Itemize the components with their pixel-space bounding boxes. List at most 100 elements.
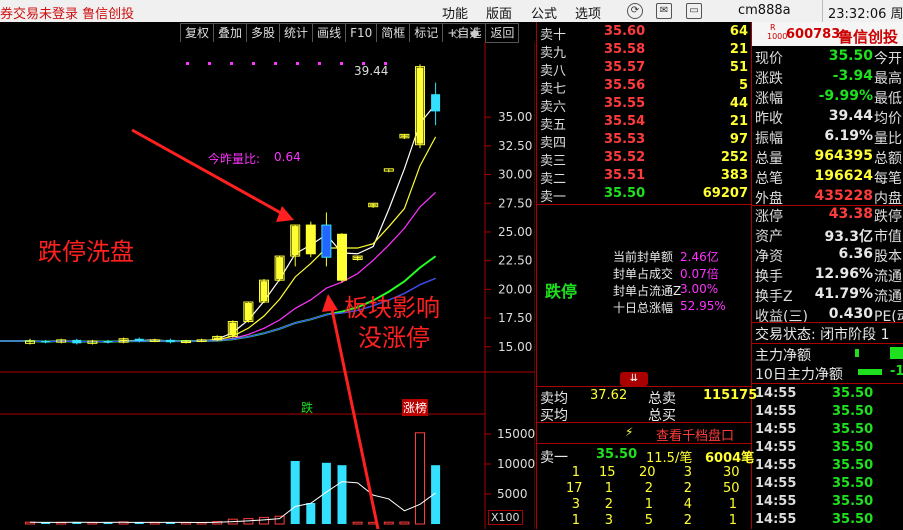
- collapse-icon[interactable]: ⇊: [620, 372, 648, 386]
- queue-cell: 20: [639, 465, 656, 480]
- toolbar-adjust-button[interactable]: 复权: [180, 23, 215, 43]
- tick-price: 35.50: [832, 422, 874, 437]
- quote-value: -3.94: [832, 68, 873, 84]
- menu-function[interactable]: 功能: [442, 3, 468, 22]
- sell-level-row[interactable]: 卖六 35.55 44: [538, 96, 750, 115]
- candle-body: [72, 339, 82, 344]
- sell-level-price: 35.57: [604, 60, 646, 75]
- thousand-link[interactable]: 查看千档盘口: [656, 425, 734, 444]
- price-tick-label: 15.00: [498, 340, 532, 354]
- candle-fill: [276, 257, 284, 280]
- seal-info-value: 0.07倍: [680, 267, 719, 281]
- volume-bar: [290, 461, 300, 524]
- menu-layout[interactable]: 版面: [486, 3, 512, 22]
- seal-info-label: 封单占流通Z: [613, 284, 682, 298]
- sell-level-row[interactable]: 卖十 35.60 64: [538, 24, 750, 43]
- toolbar-draw-button[interactable]: 画线: [312, 23, 347, 43]
- tick-time: 14:55: [755, 440, 797, 455]
- queue-cell: 1: [728, 497, 737, 512]
- sell-level-price: 35.58: [604, 42, 646, 57]
- candle: [243, 301, 254, 323]
- sell-level-row[interactable]: 卖八 35.57 51: [538, 60, 750, 79]
- toolbar-watchlist-button[interactable]: +自选: [442, 23, 487, 43]
- toolbar-back-button[interactable]: 返回: [485, 23, 520, 43]
- sell-level-row[interactable]: 卖五 35.54 21: [538, 114, 750, 133]
- limit-status: 跌停: [545, 282, 578, 301]
- sell-level-volume: 5: [738, 78, 748, 93]
- candle-body: [431, 94, 441, 112]
- ratio-value: 0.64: [274, 150, 301, 164]
- candle-body: [41, 341, 51, 343]
- tick-price: 35.50: [832, 494, 874, 509]
- queue-cell: 1: [644, 497, 653, 512]
- quote-right-label: 最低: [874, 91, 902, 107]
- seal-info-label: 封单占成交: [613, 267, 674, 281]
- queue-cell: 4: [683, 497, 692, 512]
- toolbar-simple-button[interactable]: 简框: [376, 23, 411, 43]
- quote-value: 93.3亿: [824, 229, 873, 245]
- expand-icon[interactable]: ◆: [470, 26, 479, 40]
- chart-toolbar: 复权 叠加 多股 统计 画线 F10 简框 标记 +自选 返回: [180, 23, 520, 43]
- queue-cell: 3: [604, 513, 613, 528]
- menu-options[interactable]: 选项: [575, 3, 601, 22]
- quote-right-label: 今开: [874, 51, 902, 67]
- queue-cell: 2: [683, 481, 692, 496]
- toolbar-overlay-button[interactable]: 叠加: [213, 23, 248, 43]
- quote-label: 净资: [755, 249, 783, 265]
- quote-right-label: 最高: [874, 71, 902, 87]
- price-tick-label: 30.00: [498, 168, 532, 182]
- queue-cell: 50: [723, 481, 740, 496]
- toolbar-stats-button[interactable]: 统计: [279, 23, 314, 43]
- stock-code[interactable]: 600783: [786, 27, 840, 42]
- sell-level-row[interactable]: 卖九 35.58 21: [538, 42, 750, 61]
- quote-label: 现价: [755, 51, 783, 67]
- refresh-icon[interactable]: ⟳: [627, 3, 643, 19]
- main-flow-bar: [855, 349, 859, 357]
- toolbar-mark-button[interactable]: 标记: [409, 23, 444, 43]
- quote-right-label: 流通: [874, 269, 902, 285]
- quote-value: 39.44: [828, 108, 873, 124]
- tick-price: 35.50: [832, 458, 874, 473]
- window-icon[interactable]: ▭: [686, 3, 702, 19]
- toolbar-multi-button[interactable]: 多股: [246, 23, 281, 43]
- stock-name[interactable]: 鲁信创投: [838, 26, 898, 47]
- quote-row: 现价 35.50 今开: [754, 48, 903, 68]
- volume-bar: [321, 462, 331, 524]
- quote-right-label: 股本: [874, 249, 902, 265]
- quote-label: 换手: [755, 269, 783, 285]
- sell-level-row[interactable]: 卖四 35.53 97: [538, 132, 750, 151]
- queue-cell: 2: [644, 481, 653, 496]
- quote-right-label: 总额: [874, 151, 902, 167]
- sell-level-row[interactable]: 卖二 35.51 383: [538, 168, 750, 187]
- tick-time: 14:55: [755, 512, 797, 527]
- toolbar-f10-button[interactable]: F10: [345, 23, 378, 43]
- seal-info-value: 3.00%: [680, 282, 719, 296]
- sell-level-label: 卖七: [540, 82, 567, 97]
- annotation-left: 跌停洗盘: [38, 238, 134, 266]
- tick-price: 35.50: [832, 440, 874, 455]
- candle-fill: [291, 226, 299, 256]
- quote-label: 涨跌: [755, 71, 783, 87]
- ob-divider: [537, 204, 751, 205]
- quote-row: 换手 12.96% 流通: [754, 266, 903, 286]
- sell-level-row[interactable]: 卖七 35.56 5: [538, 78, 750, 97]
- sell-level-row[interactable]: 卖三 35.52 252: [538, 150, 750, 169]
- diamond-icon[interactable]: ◇: [452, 26, 461, 40]
- quote-right-label: 跌停: [874, 209, 902, 225]
- avg-sell-value: 37.62: [590, 388, 628, 403]
- limit-dot: [208, 62, 211, 65]
- menu-formula[interactable]: 公式: [531, 3, 557, 22]
- sell-level-row[interactable]: 卖一 35.50 69207: [538, 186, 750, 205]
- sell-level-volume: 64: [729, 24, 748, 39]
- main-flow-10d-bar: [858, 369, 882, 375]
- sell-level-price: 35.51: [604, 168, 646, 183]
- main-flow-bar-2: [890, 347, 903, 359]
- tick-price: 35.50: [832, 476, 874, 491]
- login-status[interactable]: 券交易未登录 鲁信创投: [0, 3, 134, 22]
- queue-cell: 2: [604, 497, 613, 512]
- user-name[interactable]: cm888a: [738, 3, 791, 18]
- kline-chart[interactable]: 35.00 32.50 30.00 27.50 25.00 22.50 20.00 17.50…: [0, 42, 535, 529]
- message-icon[interactable]: ✉: [656, 3, 672, 19]
- queue-cell: 3: [571, 497, 580, 512]
- tick-row: 14:55 35.50: [754, 494, 903, 512]
